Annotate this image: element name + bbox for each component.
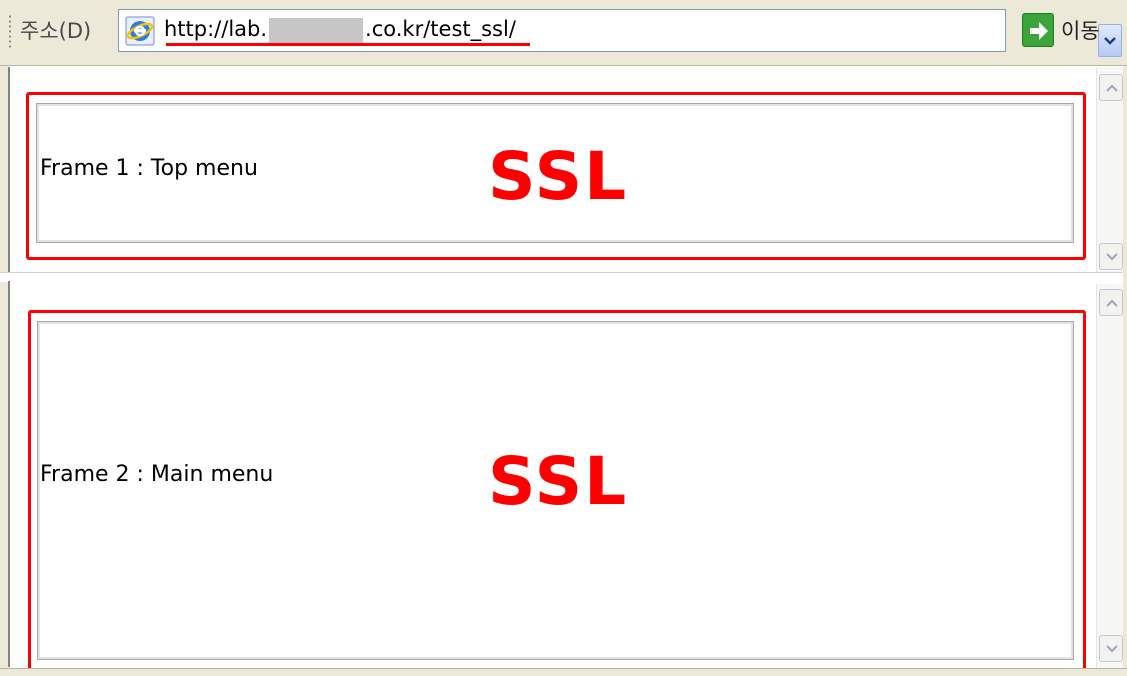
url-prefix: http://lab.: [164, 17, 268, 41]
chevron-up-icon: [1106, 299, 1118, 307]
url-highlight-underline: [166, 43, 530, 46]
scroll-down-button[interactable]: [1099, 635, 1123, 662]
address-dropdown-button[interactable]: [1098, 24, 1122, 57]
ssl-badge-frame-1: SSL: [488, 138, 629, 215]
top-menu-frame: Frame 1 : Top menu SSL: [8, 67, 1098, 272]
go-button[interactable]: [1022, 13, 1054, 47]
url-suffix: .co.kr/test_ssl/: [365, 17, 516, 41]
chevron-down-icon: [1104, 37, 1116, 45]
scroll-up-button[interactable]: [1099, 289, 1123, 316]
go-label[interactable]: 이동: [1061, 15, 1100, 45]
address-toolbar: 주소(D) http://lab. .co.kr/test_ssl/ 이동: [0, 0, 1127, 66]
url-text: http://lab. .co.kr/test_ssl/: [164, 17, 516, 45]
scroll-up-button[interactable]: [1099, 74, 1123, 101]
main-frame-scrollbar[interactable]: [1096, 284, 1124, 668]
window-right-border: [1123, 66, 1127, 675]
chevron-up-icon: [1106, 84, 1118, 92]
arrow-right-icon: [1030, 22, 1048, 40]
chevron-down-icon: [1106, 253, 1118, 261]
url-redacted-block: [269, 18, 364, 45]
scroll-down-button[interactable]: [1099, 243, 1123, 270]
internet-explorer-icon: [125, 16, 155, 46]
top-frame-scrollbar[interactable]: [1096, 67, 1124, 272]
frame-2-label: Frame 2 : Main menu: [40, 462, 274, 487]
ssl-badge-frame-2: SSL: [488, 443, 629, 520]
chevron-down-icon: [1106, 645, 1118, 653]
window-left-border: [0, 66, 8, 675]
main-menu-frame: Frame 2 : Main menu SSL: [8, 281, 1098, 676]
address-label: 주소(D): [20, 19, 92, 43]
frame-1-label: Frame 1 : Top menu: [40, 156, 258, 181]
toolbar-grip-handle[interactable]: [8, 14, 12, 50]
